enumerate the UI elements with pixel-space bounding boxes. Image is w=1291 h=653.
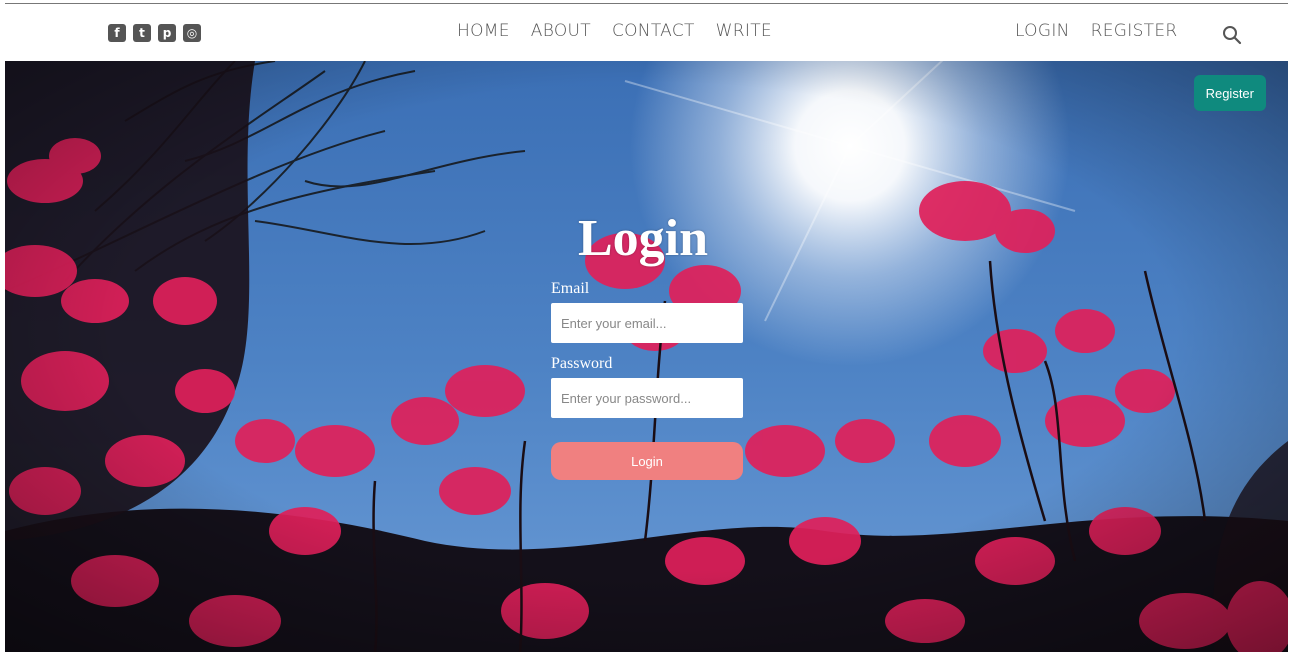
nav-write[interactable]: WRITE [716,21,772,41]
top-navbar: f t p ◎ HOME ABOUT CONTACT WRITE LOGIN R… [5,4,1288,61]
nav-contact[interactable]: CONTACT [612,21,695,41]
password-label: Password [551,355,613,372]
twitter-icon[interactable]: t [133,24,151,42]
main-nav: HOME ABOUT CONTACT WRITE [457,21,772,41]
register-button[interactable]: Register [1193,75,1266,111]
instagram-icon[interactable]: ◎ [183,24,201,42]
login-form: Login Email Password Login [551,209,743,480]
search-icon[interactable] [1222,25,1242,45]
nav-register[interactable]: REGISTER [1091,21,1178,41]
auth-nav: LOGIN REGISTER [1015,21,1178,41]
browser-viewport: f t p ◎ HOME ABOUT CONTACT WRITE LOGIN R… [5,3,1288,652]
pinterest-icon[interactable]: p [158,24,176,42]
nav-login[interactable]: LOGIN [1015,21,1070,41]
facebook-icon[interactable]: f [108,24,126,42]
nav-about[interactable]: ABOUT [531,21,591,41]
email-input[interactable] [551,303,743,343]
social-links: f t p ◎ [108,24,201,42]
password-input[interactable] [551,378,743,418]
login-submit-button[interactable]: Login [551,442,743,480]
hero-section: Register Login Email Password Login [5,61,1288,652]
nav-home[interactable]: HOME [457,21,510,41]
email-label: Email [551,280,590,297]
login-title: Login [577,210,709,267]
